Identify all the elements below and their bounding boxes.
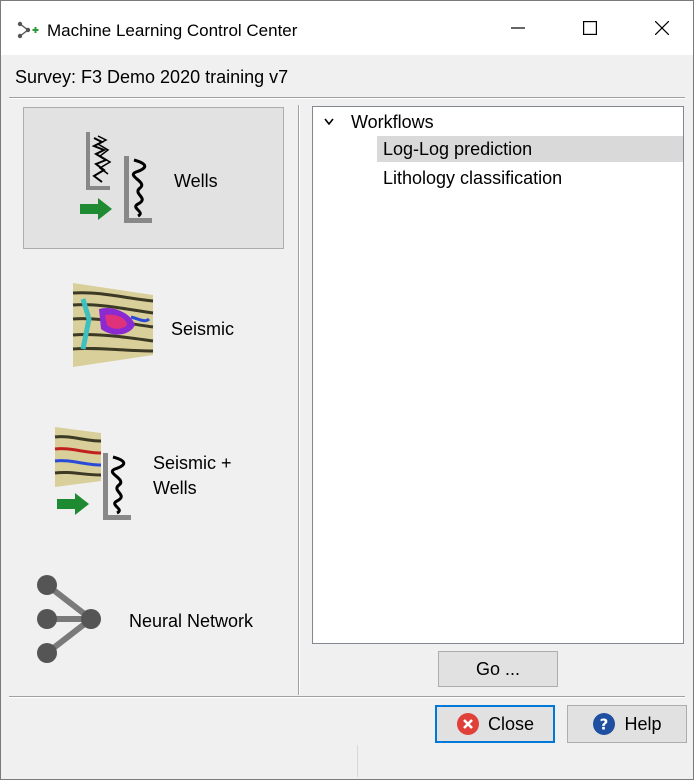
close-button[interactable]: Close <box>435 705 555 743</box>
window-title: Machine Learning Control Center <box>47 21 298 40</box>
survey-label: Survey: F3 Demo 2020 training v7 <box>15 67 289 87</box>
bottom-divider <box>9 696 685 698</box>
window-close-button[interactable] <box>639 1 685 55</box>
seismic-icon <box>72 283 154 367</box>
close-circle-icon <box>456 713 479 735</box>
workflow-tree[interactable]: Workflows Log-Log prediction Lithology c… <box>312 106 684 644</box>
ml-control-center-window: Machine Learning Control Center Survey: … <box>0 0 694 780</box>
tree-item-label: Log-Log prediction <box>383 139 533 159</box>
neural-network-icon <box>37 575 101 663</box>
minimize-icon <box>511 27 525 29</box>
help-icon: ? <box>593 713 616 735</box>
title-bar: Machine Learning Control Center <box>1 1 693 55</box>
close-button-label: Close <box>487 713 535 734</box>
category-wells[interactable]: Wells <box>23 107 284 249</box>
category-label-seismic: Seismic <box>171 319 235 339</box>
wells-icon <box>80 132 152 223</box>
category-seismic-wells[interactable]: Seismic + Wells <box>23 405 284 547</box>
maximize-icon <box>583 21 597 35</box>
tree-node-label: Workflows <box>351 112 434 132</box>
seismic-wells-icon <box>54 427 131 520</box>
category-label-neural-network: Neural Network <box>129 611 254 631</box>
tree-item-log-log-prediction[interactable]: Log-Log prediction <box>377 136 683 162</box>
category-neural-network[interactable]: Neural Network <box>23 551 284 693</box>
chevron-down-icon[interactable] <box>323 117 335 127</box>
go-button-label: Go ... <box>475 658 520 679</box>
tree-item-lithology-classification[interactable]: Lithology classification <box>377 165 683 191</box>
category-seismic[interactable]: Seismic <box>23 257 284 399</box>
minimize-button[interactable] <box>495 1 541 55</box>
top-divider <box>9 97 685 99</box>
tree-node-workflows[interactable]: Workflows <box>313 109 683 135</box>
help-button[interactable]: ? Help <box>567 705 687 743</box>
status-bar-divider <box>357 745 358 777</box>
vertical-divider <box>298 105 300 695</box>
category-label-seismic-wells-line2: Wells <box>153 478 197 498</box>
close-icon <box>655 21 669 35</box>
maximize-button[interactable] <box>567 1 613 55</box>
category-label-seismic-wells-line1: Seismic + <box>153 453 232 473</box>
app-icon <box>17 21 39 39</box>
go-button[interactable]: Go ... <box>438 651 558 687</box>
svg-text:?: ? <box>600 716 609 734</box>
category-label-wells: Wells <box>174 171 218 191</box>
help-button-label: Help <box>624 713 662 734</box>
tree-item-label: Lithology classification <box>383 168 563 188</box>
